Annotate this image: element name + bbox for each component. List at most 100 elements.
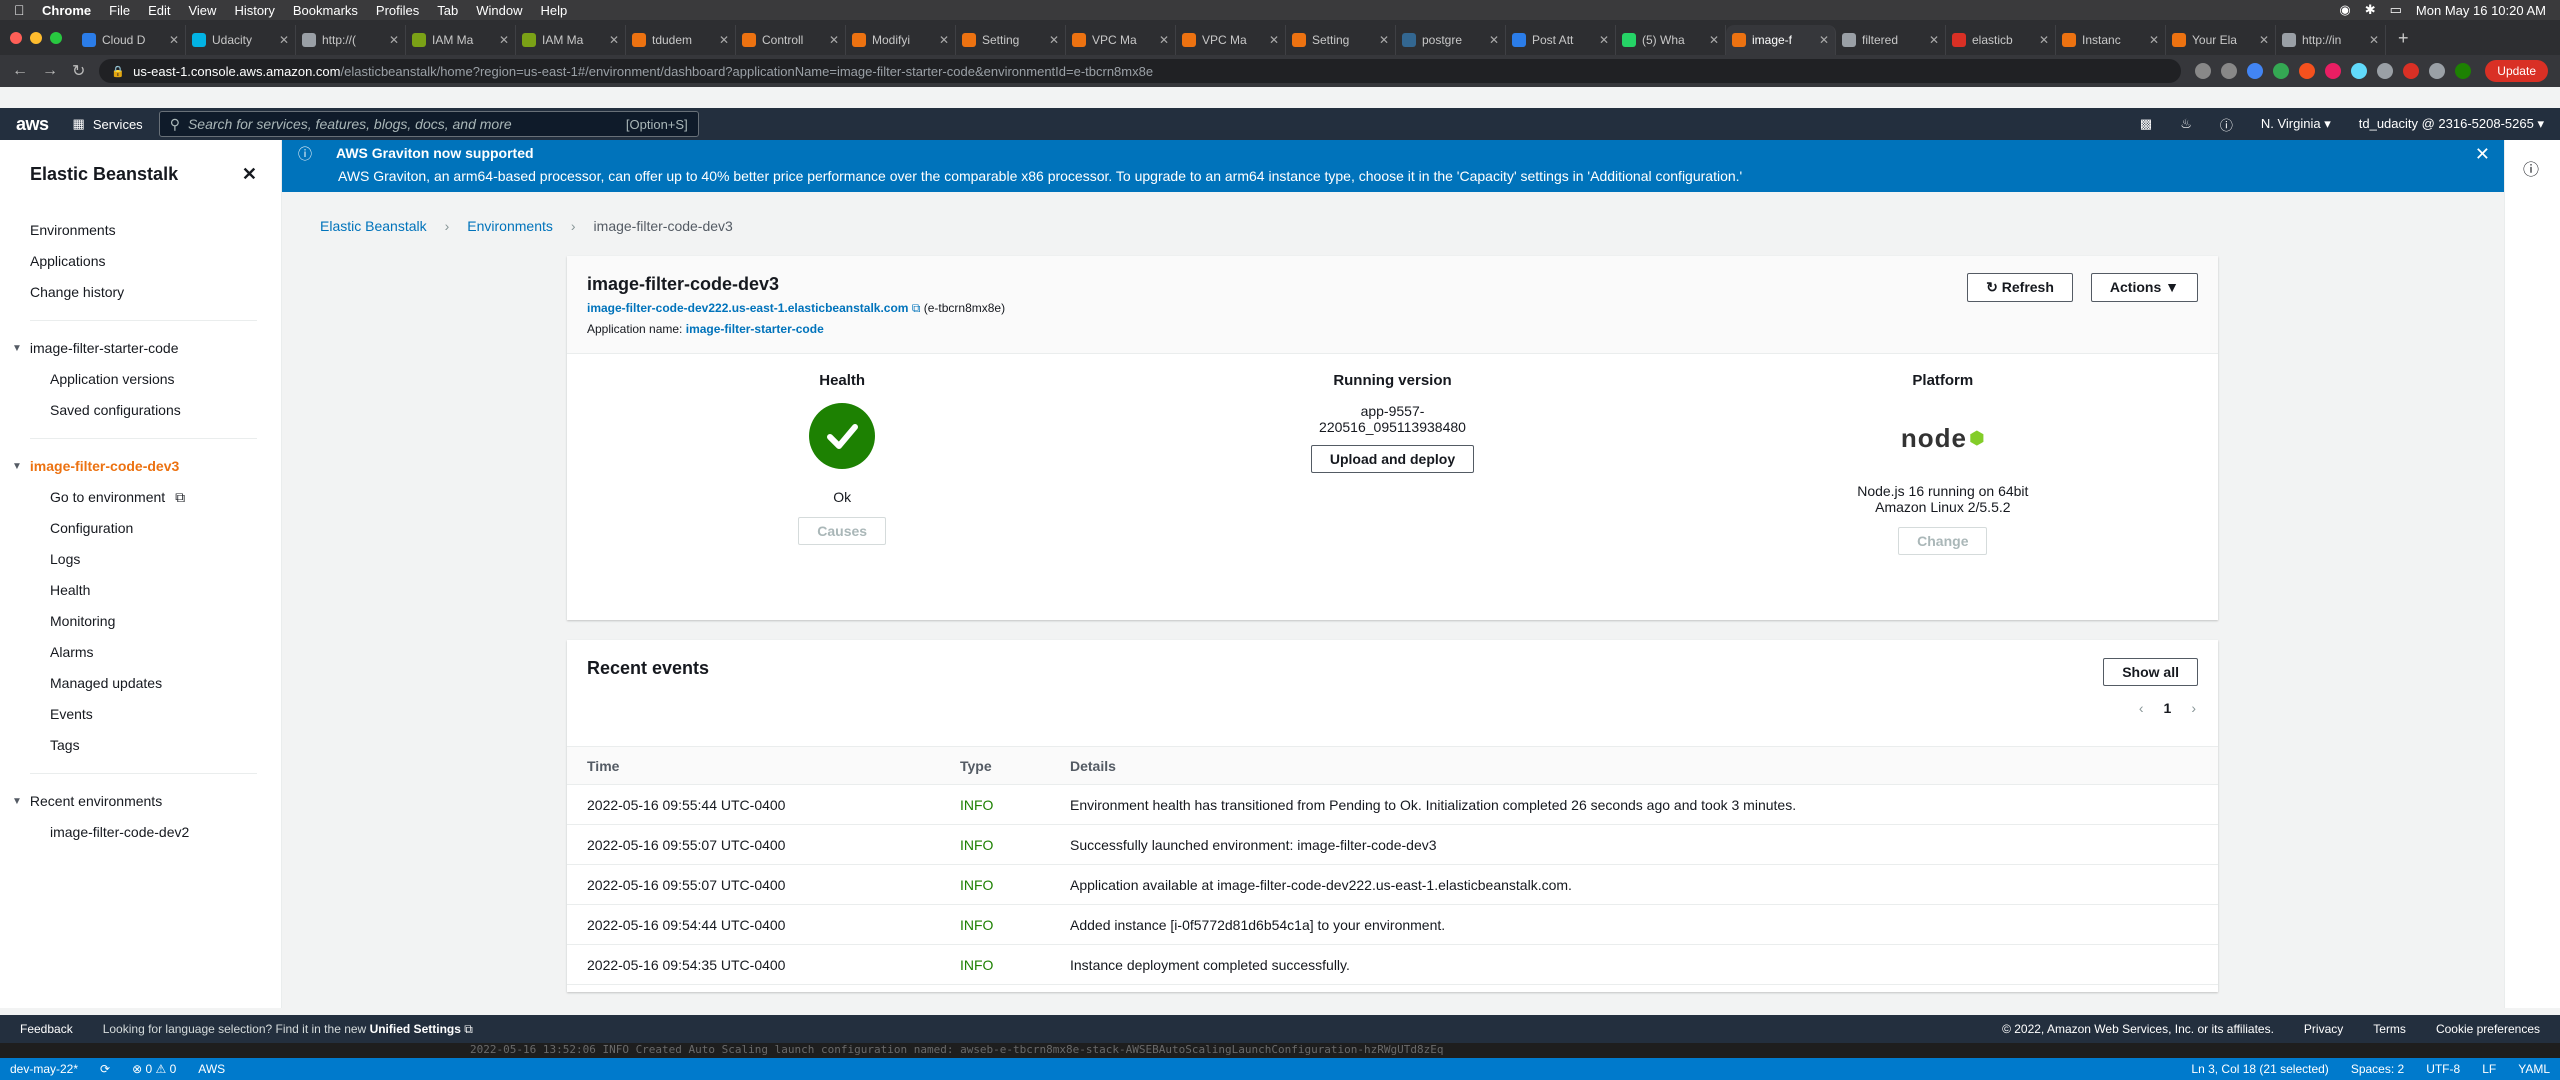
menu-file[interactable]: File bbox=[109, 3, 130, 18]
menu-app-name[interactable]: Chrome bbox=[42, 3, 91, 18]
browser-tab[interactable]: tdudem ✕ bbox=[626, 25, 736, 55]
menu-window[interactable]: Window bbox=[476, 3, 522, 18]
column-header-type[interactable]: Type bbox=[940, 746, 1050, 785]
close-tab-icon[interactable]: ✕ bbox=[279, 33, 289, 47]
bookmark-star-icon[interactable] bbox=[2221, 63, 2238, 79]
sidebar-item-health[interactable]: Health bbox=[30, 575, 281, 606]
info-panel-icon[interactable]: ⓘ bbox=[2523, 156, 2539, 180]
browser-tab[interactable]: VPC Ma ✕ bbox=[1066, 25, 1176, 55]
extension-icon[interactable] bbox=[2377, 63, 2394, 79]
git-branch[interactable]: dev-may-22* bbox=[10, 1062, 78, 1076]
sidebar-item-tags[interactable]: Tags bbox=[30, 730, 281, 761]
extension-icon[interactable] bbox=[2403, 63, 2420, 79]
sidebar-item-events[interactable]: Events bbox=[30, 699, 281, 730]
browser-tab[interactable]: Cloud D ✕ bbox=[76, 25, 186, 55]
sidebar-group-environment[interactable]: ▼ image-filter-code-dev3 bbox=[12, 451, 281, 482]
close-tab-icon[interactable]: ✕ bbox=[1049, 33, 1059, 47]
upload-and-deploy-button[interactable]: Upload and deploy bbox=[1310, 445, 1475, 473]
services-menu[interactable]: ▦ Services bbox=[73, 116, 143, 132]
close-tab-icon[interactable]: ✕ bbox=[2369, 33, 2379, 47]
battery-icon[interactable]: ▭ bbox=[2390, 2, 2402, 18]
sidebar-item-configuration[interactable]: Configuration bbox=[30, 513, 281, 544]
close-tab-icon[interactable]: ✕ bbox=[1379, 33, 1389, 47]
sidebar-item-application-versions[interactable]: Application versions bbox=[30, 364, 281, 395]
browser-tab[interactable]: IAM Ma ✕ bbox=[516, 25, 626, 55]
menu-edit[interactable]: Edit bbox=[148, 3, 170, 18]
browser-tab[interactable]: http://(✕ bbox=[296, 25, 406, 55]
extension-icon[interactable] bbox=[2273, 63, 2290, 79]
sidebar-item-recent-environment[interactable]: image-filter-code-dev2 bbox=[30, 817, 281, 848]
new-tab-icon[interactable]: + bbox=[2398, 28, 2409, 49]
problems-count[interactable]: ⊗ 0 ⚠ 0 bbox=[132, 1062, 176, 1076]
close-tab-icon[interactable]: ✕ bbox=[719, 33, 729, 47]
close-tab-icon[interactable]: ✕ bbox=[1159, 33, 1169, 47]
extensions-puzzle-icon[interactable] bbox=[2429, 63, 2446, 79]
sidebar-item-saved-configurations[interactable]: Saved configurations bbox=[30, 395, 281, 426]
account-menu[interactable]: td_udacity @ 2316-5208-5265 ▾ bbox=[2359, 116, 2544, 132]
browser-tab[interactable]: VPC Ma ✕ bbox=[1176, 25, 1286, 55]
sidebar-item-go-to-environment[interactable]: Go to environment ⧉ bbox=[30, 482, 281, 513]
menu-bookmarks[interactable]: Bookmarks bbox=[293, 3, 358, 18]
close-window-icon[interactable] bbox=[10, 32, 22, 44]
browser-tab[interactable]: Modifyi ✕ bbox=[846, 25, 956, 55]
aws-toolkit-status[interactable]: AWS bbox=[198, 1062, 225, 1076]
refresh-button[interactable]: ↻ Refresh bbox=[1967, 273, 2073, 302]
address-bar[interactable]: 🔒 us-east-1.console.aws.amazon.com/elast… bbox=[99, 59, 2182, 83]
notifications-bell-icon[interactable]: ♨ bbox=[2180, 116, 2192, 132]
close-tab-icon[interactable]: ✕ bbox=[389, 33, 399, 47]
sidebar-item-applications[interactable]: Applications bbox=[30, 246, 281, 277]
environment-url-link[interactable]: image-filter-code-dev222.us-east-1.elast… bbox=[587, 301, 908, 315]
close-tab-icon[interactable]: ✕ bbox=[1819, 33, 1829, 47]
back-icon[interactable]: ← bbox=[12, 62, 28, 80]
sidebar-item-change-history[interactable]: Change history bbox=[30, 277, 281, 308]
extension-icon[interactable] bbox=[2325, 63, 2342, 79]
profile-avatar[interactable] bbox=[2455, 63, 2472, 79]
actions-dropdown[interactable]: Actions ▼ bbox=[2090, 273, 2198, 302]
wifi-icon[interactable]: ◉ bbox=[2339, 2, 2350, 18]
extension-icon[interactable] bbox=[2247, 63, 2264, 79]
extension-icon[interactable] bbox=[2351, 63, 2368, 79]
close-sidebar-icon[interactable]: ✕ bbox=[242, 164, 257, 185]
browser-tab[interactable]: Setting ✕ bbox=[1286, 25, 1396, 55]
update-button[interactable]: Update bbox=[2485, 60, 2548, 82]
menu-tab[interactable]: Tab bbox=[437, 3, 458, 18]
cursor-position[interactable]: Ln 3, Col 18 (21 selected) bbox=[2191, 1062, 2328, 1076]
close-tab-icon[interactable]: ✕ bbox=[2259, 33, 2269, 47]
show-all-button[interactable]: Show all bbox=[2103, 658, 2198, 686]
column-header-time[interactable]: Time bbox=[567, 746, 940, 785]
unified-settings-link[interactable]: Unified Settings bbox=[370, 1022, 461, 1036]
close-tab-icon[interactable]: ✕ bbox=[2149, 33, 2159, 47]
external-link-icon[interactable]: ⧉ bbox=[912, 301, 921, 315]
column-header-details[interactable]: Details bbox=[1050, 746, 2218, 785]
sidebar-group-application[interactable]: ▼ image-filter-starter-code bbox=[12, 333, 281, 364]
close-tab-icon[interactable]: ✕ bbox=[1709, 33, 1719, 47]
apple-icon[interactable]:  bbox=[14, 2, 28, 18]
close-tab-icon[interactable]: ✕ bbox=[829, 33, 839, 47]
lock-icon[interactable]: 🔒 bbox=[111, 65, 125, 78]
aws-search-input[interactable]: ⚲ Search for services, features, blogs, … bbox=[158, 111, 699, 137]
file-encoding[interactable]: UTF-8 bbox=[2426, 1062, 2460, 1076]
browser-tab[interactable]: Setting ✕ bbox=[956, 25, 1066, 55]
change-platform-button[interactable]: Change bbox=[1898, 527, 1988, 555]
causes-button[interactable]: Causes bbox=[798, 517, 887, 545]
browser-tab[interactable]: postgre ✕ bbox=[1396, 25, 1506, 55]
application-name-link[interactable]: image-filter-starter-code bbox=[686, 322, 824, 336]
extension-icon[interactable] bbox=[2299, 63, 2316, 79]
sync-icon[interactable]: ⟳ bbox=[100, 1062, 110, 1076]
aws-logo[interactable]: aws bbox=[16, 114, 49, 135]
browser-tab[interactable]: filtered ✕ bbox=[1836, 25, 1946, 55]
menubar-clock[interactable]: Mon May 16 10:20 AM bbox=[2416, 3, 2546, 18]
forward-icon[interactable]: → bbox=[42, 62, 58, 80]
line-endings[interactable]: LF bbox=[2482, 1062, 2496, 1076]
sidebar-group-recent[interactable]: ▼ Recent environments bbox=[12, 786, 281, 817]
menu-help[interactable]: Help bbox=[541, 3, 568, 18]
cloudshell-icon[interactable]: ▩ bbox=[2140, 116, 2152, 132]
sidebar-item-alarms[interactable]: Alarms bbox=[30, 637, 281, 668]
menu-history[interactable]: History bbox=[234, 3, 274, 18]
browser-tab[interactable]: image-f ✕ bbox=[1726, 25, 1836, 55]
region-selector[interactable]: N. Virginia ▾ bbox=[2261, 116, 2331, 132]
bluetooth-icon[interactable]: ✱ bbox=[2365, 2, 2376, 18]
feedback-link[interactable]: Feedback bbox=[20, 1022, 73, 1036]
indentation[interactable]: Spaces: 2 bbox=[2351, 1062, 2404, 1076]
menu-view[interactable]: View bbox=[188, 3, 216, 18]
